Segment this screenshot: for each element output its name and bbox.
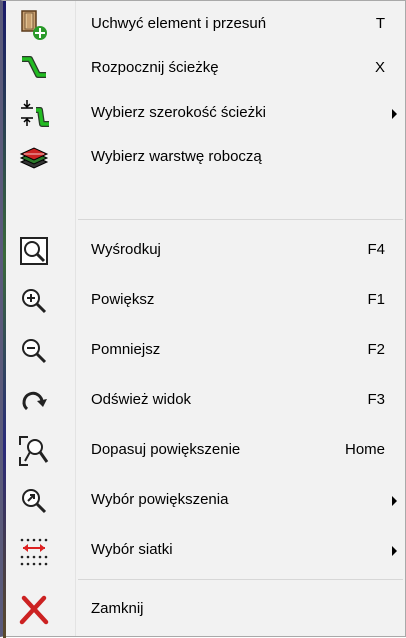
menu-item-shortcut: F2 [367,341,385,358]
zoom-fit-icon [18,435,50,467]
submenu-arrow-icon [392,546,397,556]
menu-item-zoom-fit[interactable]: Dopasuj powiększenie Home [6,431,406,471]
menu-item-label: Wybór powiększenia [91,491,229,508]
route-track-icon [18,53,50,85]
menu-item-grab-move[interactable]: Uchwyć element i przesuń T [6,5,406,45]
menu-item-route-track[interactable]: Rozpocznij ścieżkę X [6,49,406,89]
zoom-out-icon [18,335,50,367]
submenu-arrow-icon [392,109,397,119]
menu-separator [78,579,403,580]
menu-item-label: Powiększ [91,291,155,308]
menu-item-label: Dopasuj powiększenie [91,441,241,458]
menu-item-label: Wybór siatki [91,541,173,558]
menu-item-working-layer[interactable]: Wybierz warstwę roboczą [6,138,406,178]
menu-item-track-width[interactable]: Wybierz szerokość ścieżki [6,94,406,134]
menu-item-shortcut: Home [344,441,385,458]
grid-select-icon [18,535,50,567]
menu-item-grid-select[interactable]: Wybór siatki [6,531,406,571]
menu-item-zoom-in[interactable]: Powiększ F1 [6,281,406,321]
menu-item-label: Wybierz szerokość ścieżki [91,104,266,121]
close-icon [18,594,50,626]
menu-item-label: Rozpocznij ścieżkę [91,59,219,76]
zoom-in-icon [18,285,50,317]
menu-item-label: Zamknij [91,600,144,617]
menu-item-shortcut: X [374,59,385,76]
menu-item-shortcut: F4 [367,241,385,258]
layers-icon [18,142,50,174]
submenu-arrow-icon [392,496,397,506]
menu-item-close[interactable]: Zamknij [6,590,406,630]
context-menu: Uchwyć element i przesuń T Rozpocznij śc… [0,0,406,638]
menu-item-zoom-select[interactable]: Wybór powiększenia [6,481,406,521]
grab-move-icon [18,9,50,41]
menu-item-shortcut: F1 [367,291,385,308]
track-width-icon [18,98,50,130]
menu-item-zoom-out[interactable]: Pomniejsz F2 [6,331,406,371]
zoom-select-icon [18,485,50,517]
refresh-icon [18,385,50,417]
menu-item-label: Pomniejsz [91,341,161,358]
menu-item-label: Odśwież widok [91,391,192,408]
menu-separator [78,219,403,220]
zoom-center-icon [18,235,50,267]
menu-item-refresh[interactable]: Odśwież widok F3 [6,381,406,421]
menu-item-label: Wybierz warstwę roboczą [91,148,262,165]
menu-item-label: Wyśrodkuj [91,241,161,258]
menu-item-label: Uchwyć element i przesuń [91,15,267,32]
menu-item-shortcut: F3 [367,391,385,408]
menu-item-shortcut: T [375,15,385,32]
menu-item-zoom-center[interactable]: Wyśrodkuj F4 [6,231,406,271]
